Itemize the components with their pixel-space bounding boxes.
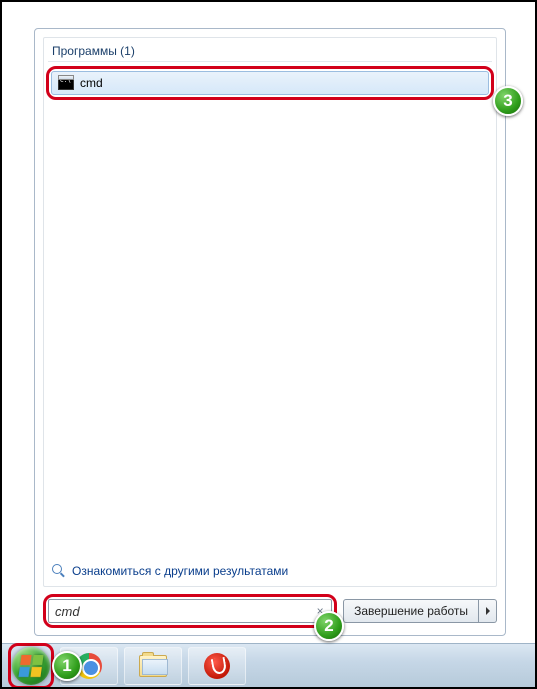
search-box[interactable]: × <box>48 599 332 623</box>
search-icon <box>52 564 66 578</box>
shutdown-button-group: Завершение работы <box>343 599 497 623</box>
annotation-badge-3: 3 <box>493 86 523 116</box>
shutdown-options-arrow[interactable] <box>479 599 497 623</box>
result-item-label: cmd <box>80 76 103 90</box>
taskbar-item-garena[interactable] <box>188 647 246 685</box>
results-category-header: Программы (1) <box>48 44 492 62</box>
shutdown-label: Завершение работы <box>354 604 468 618</box>
search-input[interactable] <box>55 604 313 619</box>
more-results-link[interactable]: Ознакомиться с другими результатами <box>48 558 492 582</box>
taskbar-item-explorer[interactable] <box>124 647 182 685</box>
more-results-label: Ознакомиться с другими результатами <box>72 564 288 578</box>
garena-icon <box>204 653 230 679</box>
chevron-right-icon <box>485 607 491 615</box>
result-item-cmd[interactable]: cmd <box>51 71 489 95</box>
start-menu-panel: Программы (1) cmd Ознакомиться с другими… <box>34 28 506 636</box>
shutdown-button[interactable]: Завершение работы <box>343 599 479 623</box>
annotation-highlight-3: cmd <box>46 66 494 100</box>
annotation-highlight-1 <box>8 643 54 689</box>
results-empty-space <box>48 100 492 558</box>
annotation-badge-2: 2 <box>314 611 344 641</box>
start-button[interactable] <box>12 647 50 685</box>
annotation-highlight-2: × <box>43 594 337 628</box>
start-menu-bottom-row: × Завершение работы <box>43 595 497 627</box>
folder-icon <box>139 655 167 677</box>
search-results-area: Программы (1) cmd Ознакомиться с другими… <box>43 37 497 587</box>
cmd-icon <box>58 76 74 90</box>
annotation-badge-1: 1 <box>52 651 82 681</box>
